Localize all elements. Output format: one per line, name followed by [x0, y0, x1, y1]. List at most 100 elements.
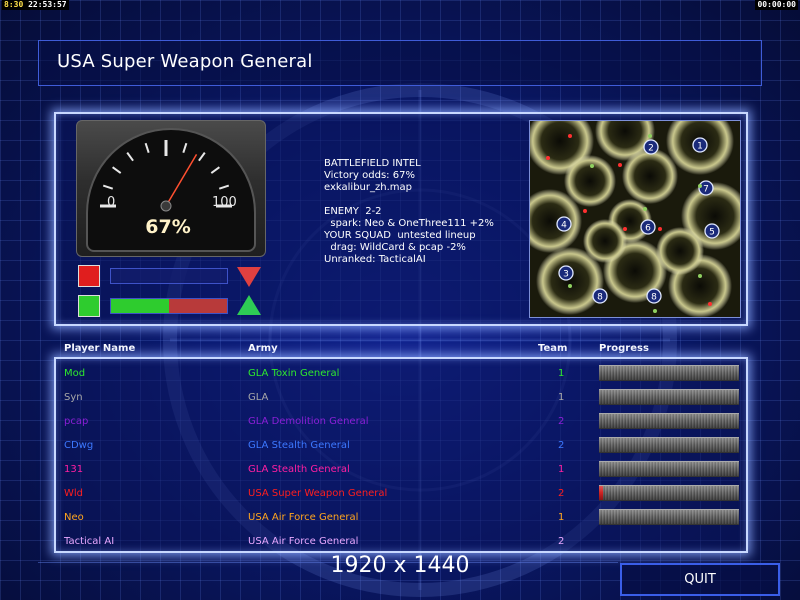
player-progress-bar: [599, 365, 739, 381]
player-progress-bar: [599, 413, 739, 429]
gauge-tick: [218, 184, 230, 190]
minimap-unit-dot: [590, 164, 594, 168]
player-row: pcap GLA Demolition General 2: [0, 409, 800, 433]
hud-right-clock: 00:00:00: [755, 0, 798, 10]
start-position-marker: 8: [646, 288, 662, 304]
player-row: CDwg GLA Stealth General 2: [0, 433, 800, 457]
player-row: Tactical AI USA Air Force General 2: [0, 529, 800, 553]
player-progress-fill: [599, 486, 604, 500]
player-name: Wld: [64, 488, 84, 499]
gauge-tick: [144, 142, 150, 154]
player-progress-bar: [599, 461, 739, 477]
hud-left-clock: 8:30 22:53:57: [2, 0, 69, 10]
player-team: 2: [558, 488, 565, 499]
player-team: 2: [558, 440, 565, 451]
start-position-label: 8: [597, 293, 603, 303]
player-army: USA Air Force General: [248, 536, 359, 547]
start-position-marker: 8: [592, 288, 608, 304]
player-army: GLA: [248, 392, 269, 403]
intel-line: Victory odds: 67%: [324, 170, 415, 181]
player-progress-bar: [599, 437, 739, 453]
gauge-max-label: 100: [212, 195, 237, 210]
minimap-terrain-blob: [564, 155, 616, 207]
player-army: GLA Stealth General: [248, 440, 350, 451]
player-progress-bar: [599, 389, 739, 405]
minimap-unit-dot: [658, 227, 662, 231]
start-position-label: 2: [648, 144, 654, 154]
gauge-tick: [210, 166, 220, 174]
minimap: 1 2 3 4 5 6 7 8 8: [529, 120, 741, 318]
player-name: 131: [64, 464, 84, 475]
player-row: 131 GLA Stealth General 1: [0, 457, 800, 481]
odds-bar: [110, 298, 228, 314]
start-position-marker: 5: [704, 223, 720, 239]
battlefield-intel: BATTLEFIELD INTEL Victory odds: 67% exkali…: [324, 158, 494, 266]
start-position-label: 8: [651, 293, 657, 303]
minimap-unit-dot: [618, 163, 622, 167]
minimap-terrain-blob: [622, 148, 678, 204]
minimap-unit-dot: [698, 274, 702, 278]
arrow-down-icon: [237, 267, 261, 287]
gauge-tick: [112, 166, 122, 174]
gauge-tick: [198, 152, 206, 162]
minimap-terrain-blob: [656, 227, 704, 275]
player-progress-bar: [599, 485, 739, 501]
resolution-label: 1920 x 1440: [330, 553, 470, 578]
start-position-label: 7: [703, 185, 709, 195]
player-name: pcap: [64, 416, 89, 427]
player-team: 1: [558, 512, 565, 523]
gauge-tick: [182, 142, 188, 154]
header-progress: Progress: [599, 343, 649, 354]
intel-line: [324, 194, 494, 206]
start-position-label: 1: [697, 142, 703, 152]
player-team: 2: [558, 416, 565, 427]
gauge-percent: 67%: [145, 216, 191, 238]
hud-prefix: 8:30: [4, 0, 24, 9]
gauge-needle: [165, 153, 198, 207]
gauge-hub: [160, 200, 172, 212]
player-progress-bar: [599, 509, 739, 525]
header-army: Army: [248, 343, 278, 354]
player-team: 1: [558, 392, 565, 403]
player-row: Mod GLA Toxin General 1: [0, 361, 800, 385]
player-name: Syn: [64, 392, 83, 403]
odds-bar-green: [111, 299, 169, 313]
quit-button[interactable]: QUIT: [620, 563, 780, 596]
player-name: CDwg: [64, 440, 94, 451]
minimap-unit-dot: [648, 134, 652, 138]
player-army: USA Air Force General: [248, 512, 359, 523]
start-position-label: 3: [563, 270, 569, 280]
minimap-terrain: 1 2 3 4 5 6 7 8 8: [530, 121, 740, 317]
page-title: USA Super Weapon General: [57, 51, 313, 72]
intel-line: drag: WildCard & pcap -2%: [324, 242, 466, 253]
player-name: Tactical AI: [64, 536, 115, 547]
player-army: GLA Toxin General: [248, 368, 340, 379]
player-army: GLA Stealth General: [248, 464, 350, 475]
header-player-name: Player Name: [64, 343, 136, 354]
intel-line: spark: Neo & OneThree111 +2%: [324, 218, 494, 229]
minimap-unit-dot: [643, 207, 647, 211]
player-name: Mod: [64, 368, 86, 379]
start-position-marker: 1: [692, 137, 708, 153]
minimap-unit-dot: [708, 302, 712, 306]
minimap-unit-dot: [568, 284, 572, 288]
player-team: 1: [558, 368, 565, 379]
minimap-unit-dot: [583, 209, 587, 213]
header-team: Team: [538, 343, 568, 354]
minimap-terrain-blob: [583, 219, 627, 263]
odds-bar-red: [169, 299, 227, 313]
minimap-unit-dot: [653, 309, 657, 313]
minimap-unit-dot: [568, 134, 572, 138]
player-army: USA Super Weapon General: [248, 488, 388, 499]
player-team: 1: [558, 464, 565, 475]
intel-line: YOUR SQUAD untested lineup: [324, 230, 476, 241]
start-position-marker: 7: [698, 180, 714, 196]
start-position-label: 5: [709, 228, 715, 238]
start-position-marker: 3: [558, 265, 574, 281]
player-army: GLA Demolition General: [248, 416, 369, 427]
player-row: Wld USA Super Weapon General 2: [0, 481, 800, 505]
intel-line: BATTLEFIELD INTEL: [324, 158, 421, 169]
player-row: Syn GLA 1: [0, 385, 800, 409]
start-position-marker: 6: [640, 219, 656, 235]
gauge-tick: [126, 152, 134, 162]
